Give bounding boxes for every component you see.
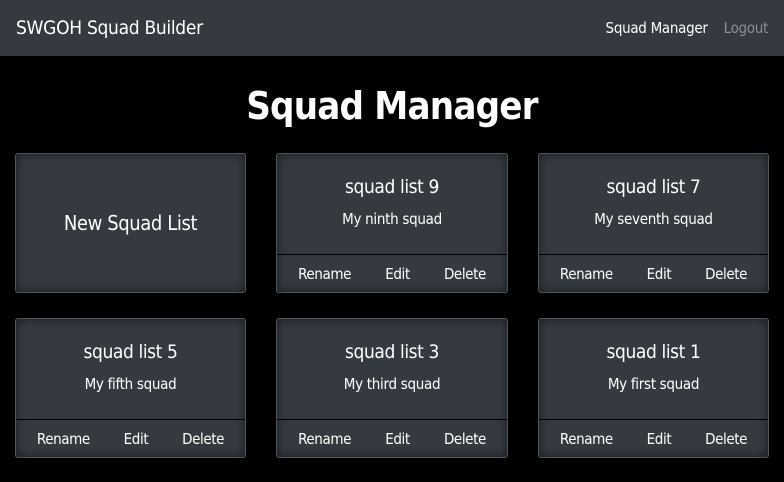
squad-description: My ninth squad xyxy=(342,210,442,228)
squad-card: squad list 1 My first squad Rename Edit … xyxy=(538,318,769,458)
brand-link[interactable]: SWGOH Squad Builder xyxy=(16,17,203,39)
squad-description: My seventh squad xyxy=(594,210,713,228)
delete-button[interactable]: Delete xyxy=(705,265,747,283)
squad-card-body: squad list 3 My third squad xyxy=(277,319,507,419)
squad-card-body: squad list 7 My seventh squad xyxy=(539,154,768,254)
squad-card-actions: Rename Edit Delete xyxy=(277,419,507,457)
edit-button[interactable]: Edit xyxy=(385,430,410,448)
delete-button[interactable]: Delete xyxy=(444,430,486,448)
squad-name: squad list 3 xyxy=(345,341,439,363)
delete-button[interactable]: Delete xyxy=(705,430,747,448)
squad-card: squad list 9 My ninth squad Rename Edit … xyxy=(276,153,508,293)
rename-button[interactable]: Rename xyxy=(560,430,613,448)
new-squad-list-card[interactable]: New Squad List xyxy=(15,153,246,293)
squad-description: My third squad xyxy=(343,375,441,393)
nav-links: Squad Manager Logout xyxy=(606,19,769,37)
squad-card-actions: Rename Edit Delete xyxy=(539,254,768,292)
rename-button[interactable]: Rename xyxy=(298,265,351,283)
squad-name: squad list 1 xyxy=(606,341,701,363)
squad-card: squad list 7 My seventh squad Rename Edi… xyxy=(538,153,769,293)
nav-logout[interactable]: Logout xyxy=(724,19,769,37)
navbar: SWGOH Squad Builder Squad Manager Logout xyxy=(0,0,784,56)
delete-button[interactable]: Delete xyxy=(182,430,224,448)
squad-name: squad list 7 xyxy=(606,176,701,198)
squad-card-body: squad list 9 My ninth squad xyxy=(277,154,507,254)
squad-description: My first squad xyxy=(607,375,700,393)
squad-card-body: squad list 5 My fifth squad xyxy=(16,319,245,419)
squad-description: My fifth squad xyxy=(84,375,177,393)
squad-name: squad list 5 xyxy=(83,341,178,363)
squad-card-actions: Rename Edit Delete xyxy=(277,254,507,292)
rename-button[interactable]: Rename xyxy=(37,430,90,448)
squad-card-actions: Rename Edit Delete xyxy=(539,419,768,457)
rename-button[interactable]: Rename xyxy=(298,430,351,448)
edit-button[interactable]: Edit xyxy=(124,430,149,448)
edit-button[interactable]: Edit xyxy=(385,265,410,283)
squad-card-body: squad list 1 My first squad xyxy=(539,319,768,419)
delete-button[interactable]: Delete xyxy=(444,265,486,283)
squad-name: squad list 9 xyxy=(345,176,439,198)
page-title: Squad Manager xyxy=(246,84,538,128)
squad-card-actions: Rename Edit Delete xyxy=(16,419,245,457)
new-squad-list-label: New Squad List xyxy=(63,211,198,235)
squad-grid: New Squad List squad list 9 My ninth squ… xyxy=(15,153,769,458)
squad-card: squad list 5 My fifth squad Rename Edit … xyxy=(15,318,246,458)
edit-button[interactable]: Edit xyxy=(647,265,672,283)
edit-button[interactable]: Edit xyxy=(647,430,672,448)
nav-squad-manager[interactable]: Squad Manager xyxy=(606,19,708,37)
rename-button[interactable]: Rename xyxy=(560,265,613,283)
squad-card: squad list 3 My third squad Rename Edit … xyxy=(276,318,508,458)
